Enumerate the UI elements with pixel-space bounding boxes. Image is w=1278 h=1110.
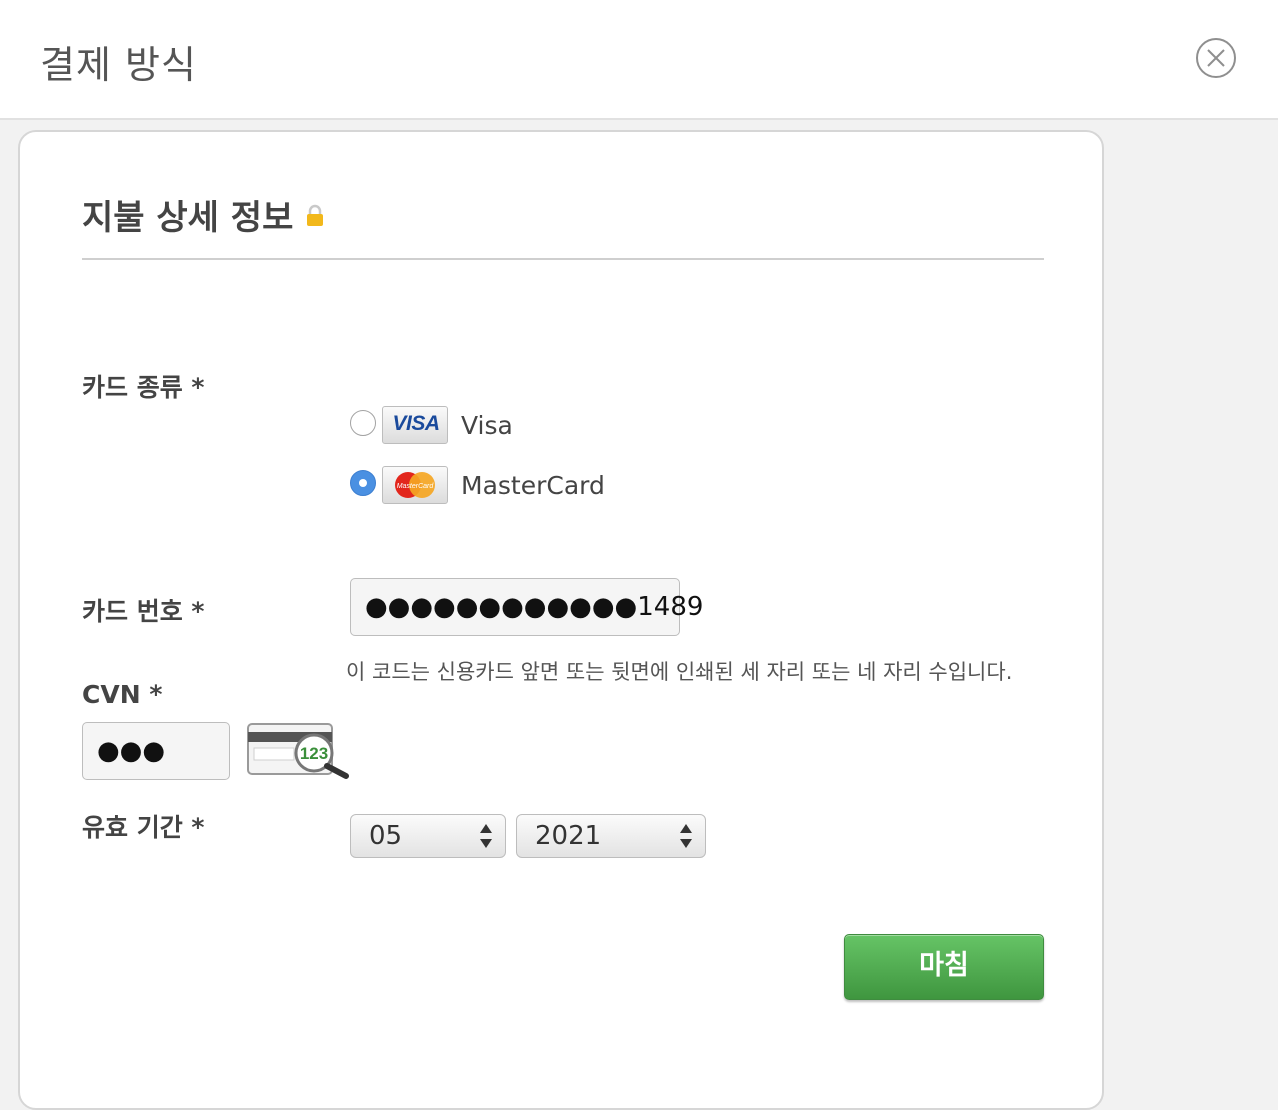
visa-logo: VISA — [382, 406, 448, 444]
finish-button[interactable]: 마침 — [844, 934, 1044, 1000]
card-type-label: 카드 종류 * — [82, 373, 205, 402]
expiry-year-value: 2021 — [535, 821, 602, 851]
close-button[interactable] — [1196, 38, 1236, 78]
cvn-help-number: 123 — [300, 744, 328, 763]
cvn-input[interactable]: ●●● — [82, 722, 230, 780]
visa-radio[interactable] — [350, 410, 376, 436]
expiry-month-select[interactable]: 05 — [350, 814, 506, 858]
section-divider — [82, 258, 1044, 260]
expiry-year-select[interactable]: 2021 — [516, 814, 706, 858]
mastercard-logo-icon: MasterCard — [395, 472, 435, 498]
mastercard-logo-text: MasterCard — [397, 483, 435, 490]
card-number-label: 카드 번호 * — [82, 597, 205, 626]
payment-details-panel: 지불 상세 정보 카드 종류 * VISA Visa MasterCard Ma… — [18, 130, 1104, 1110]
cvn-help-icon[interactable]: 123 — [246, 720, 352, 780]
mastercard-logo: MasterCard — [382, 466, 448, 504]
mastercard-option-label[interactable]: MasterCard — [461, 471, 605, 500]
dialog-title: 결제 방식 — [40, 43, 197, 87]
cvn-label: CVN * — [82, 680, 163, 709]
close-circle-icon — [1207, 49, 1225, 67]
expiry-label: 유효 기간 * — [82, 813, 205, 842]
visa-logo-text: VISA — [392, 412, 440, 435]
select-arrows-icon — [680, 824, 692, 848]
dialog-header: 결제 방식 — [0, 0, 1278, 120]
expiry-month-value: 05 — [369, 821, 403, 851]
card-number-input[interactable]: ●●●●●●●●●●●●1489 — [350, 578, 703, 636]
lock-icon — [307, 204, 323, 226]
visa-option-label[interactable]: Visa — [461, 411, 513, 440]
mastercard-radio[interactable] — [350, 470, 376, 496]
select-arrows-icon — [480, 824, 492, 848]
section-title: 지불 상세 정보 — [82, 198, 294, 238]
card-number-hint: 이 코드는 신용카드 앞면 또는 뒷면에 인쇄된 세 자리 또는 네 자리 수입… — [346, 660, 1013, 684]
